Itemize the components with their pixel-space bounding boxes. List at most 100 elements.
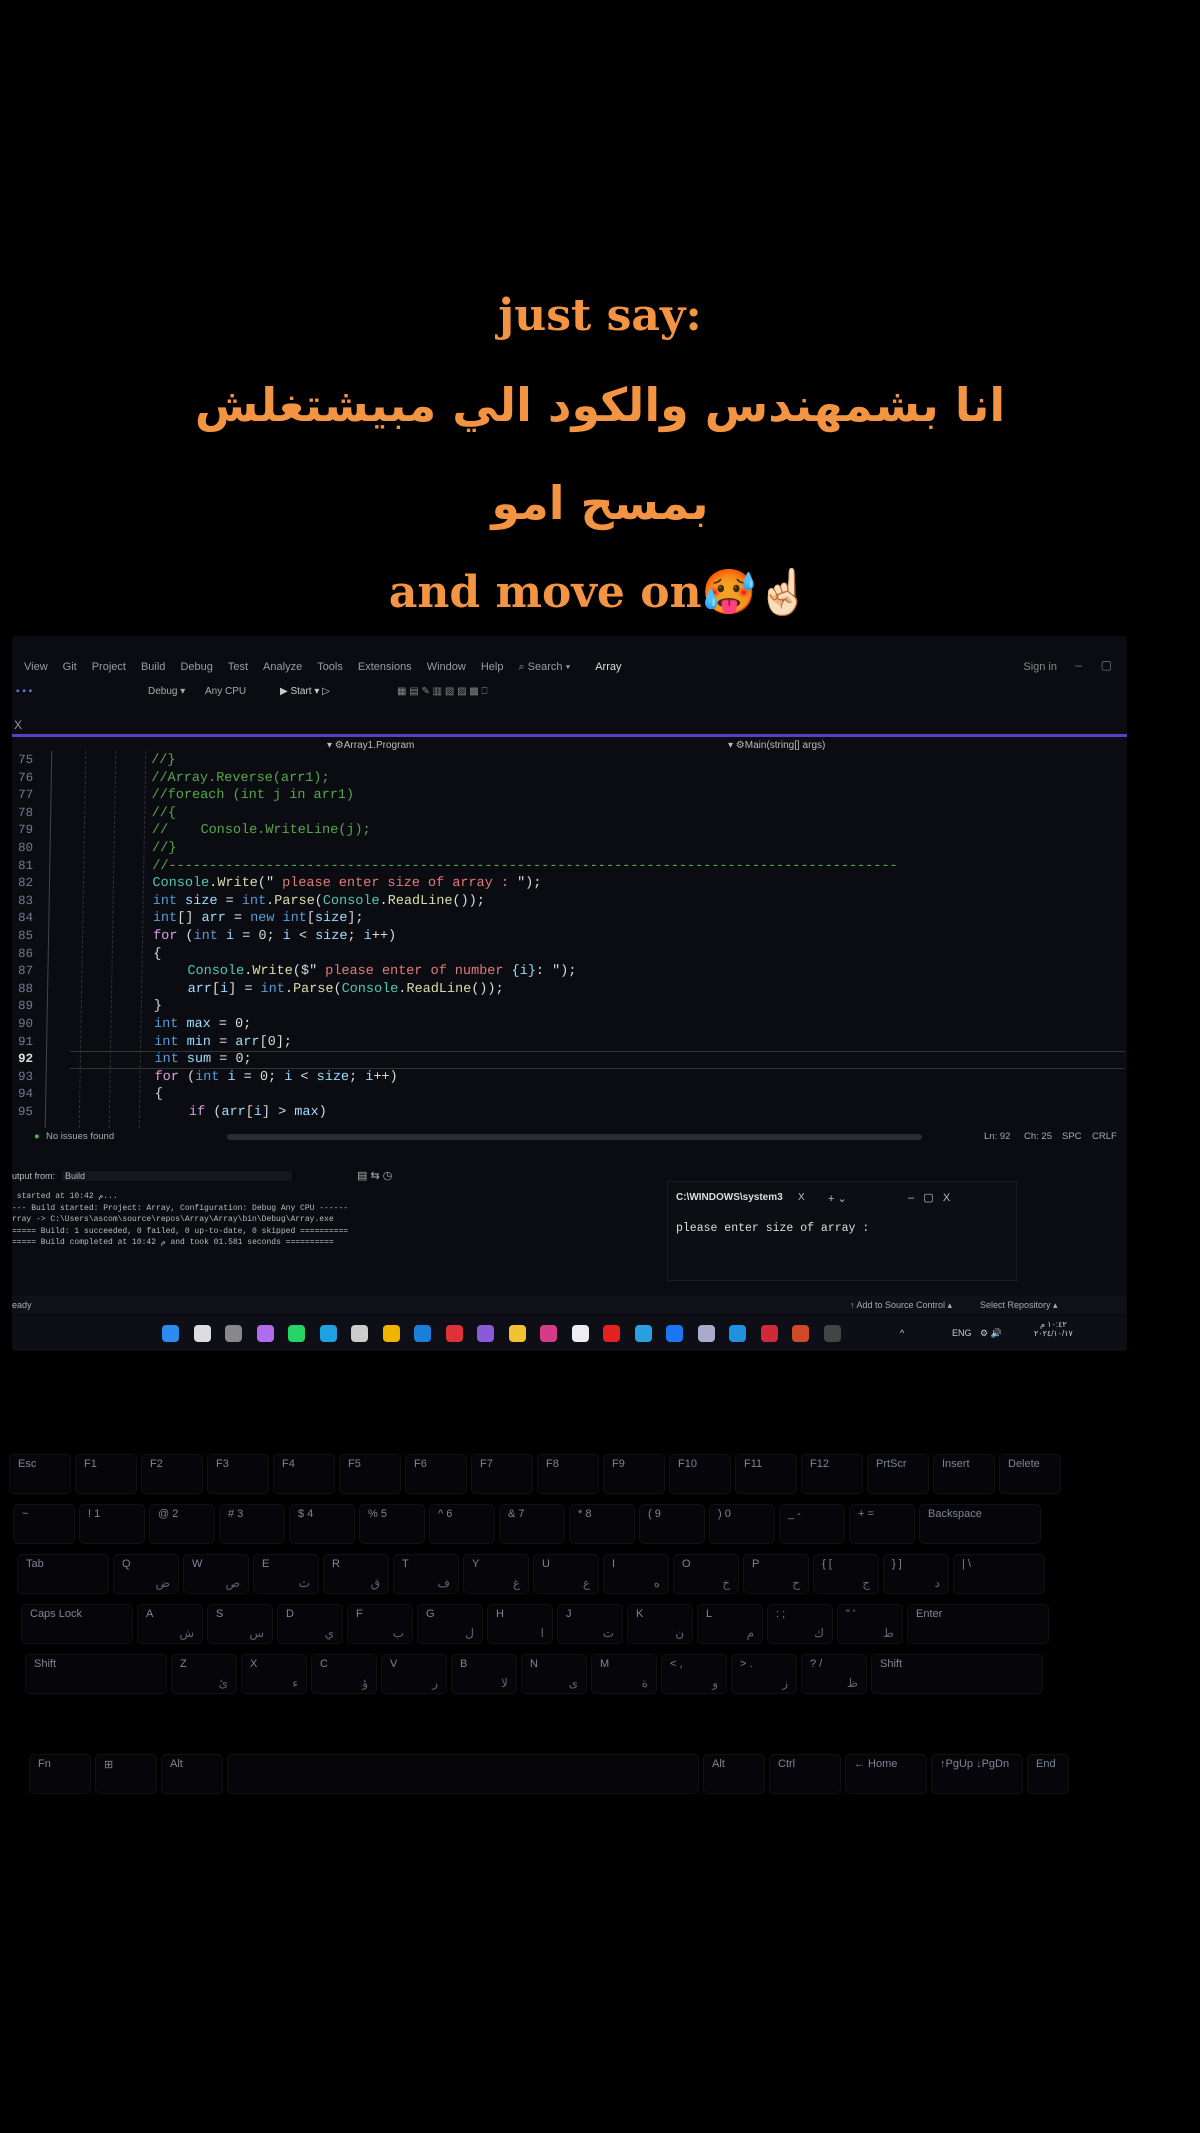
key[interactable]: Xء bbox=[242, 1655, 306, 1693]
key[interactable]: Caps Lock bbox=[22, 1605, 132, 1643]
key[interactable]: F1 bbox=[76, 1455, 136, 1493]
terminal-icon[interactable] bbox=[823, 1325, 841, 1342]
code-line[interactable]: int sum = 0; bbox=[154, 1052, 251, 1067]
key[interactable]: " ' ط bbox=[838, 1605, 902, 1643]
key[interactable]: F7 bbox=[472, 1455, 532, 1493]
youtube-icon[interactable] bbox=[603, 1325, 620, 1342]
configuration-select[interactable]: Debug ▾ bbox=[148, 686, 185, 697]
search-icon[interactable] bbox=[193, 1325, 211, 1342]
code-line[interactable]: Console.Write(" please enter size of arr… bbox=[152, 876, 541, 891]
console-window-controls[interactable]: – ▢ X bbox=[908, 1191, 950, 1204]
key[interactable]: Alt bbox=[704, 1755, 764, 1793]
key[interactable]: { [ج bbox=[814, 1555, 878, 1593]
key[interactable]: Lم bbox=[698, 1605, 762, 1643]
network-volume-icons[interactable]: ⚙ 🔊 bbox=[980, 1328, 1002, 1339]
code-line[interactable]: //Array.Reverse(arr1); bbox=[151, 771, 329, 786]
key[interactable]: F3 bbox=[208, 1455, 268, 1493]
key[interactable]: & 7 bbox=[500, 1505, 564, 1543]
output-source-select[interactable]: Build bbox=[62, 1171, 292, 1181]
key[interactable]: Nى bbox=[522, 1655, 586, 1693]
menu-git[interactable]: Git bbox=[63, 661, 77, 674]
toolbar-icons[interactable]: ▦ ▤ ✎ ▥ ▧ ▨ ▩ ⎕ bbox=[397, 686, 488, 697]
key[interactable]: F8 bbox=[538, 1455, 598, 1493]
key[interactable]: Pح bbox=[744, 1555, 808, 1593]
code-line[interactable]: { bbox=[153, 947, 161, 962]
code-line[interactable]: arr[i] = int.Parse(Console.ReadLine()); bbox=[187, 982, 503, 997]
key[interactable]: ↑PgUp ↓PgDn bbox=[932, 1755, 1022, 1793]
mail-icon[interactable] bbox=[414, 1325, 431, 1342]
key[interactable]: : ; ك bbox=[768, 1605, 832, 1643]
key[interactable]: Yغ bbox=[464, 1555, 528, 1593]
key[interactable]: B لا bbox=[452, 1655, 516, 1693]
key[interactable]: Dي bbox=[278, 1605, 342, 1643]
code-line[interactable]: //foreach (int j in arr1) bbox=[151, 788, 354, 803]
wps-icon[interactable] bbox=[445, 1325, 463, 1342]
language-indicator[interactable]: ENG bbox=[952, 1328, 972, 1338]
key[interactable]: Oخ bbox=[674, 1555, 738, 1593]
new-tab-button[interactable]: + ⌄ bbox=[828, 1192, 847, 1205]
output-toolbar-icons[interactable]: ▤ ⇆ ◷ bbox=[357, 1169, 392, 1182]
clock[interactable]: ١٠:٤٢ م ٢٠٢٤/١٠/١٧ bbox=[1034, 1320, 1073, 1338]
start-icon[interactable] bbox=[162, 1325, 179, 1342]
key[interactable]: + = bbox=[850, 1505, 914, 1543]
key[interactable]: Rق bbox=[324, 1555, 388, 1593]
save-icon[interactable]: ▪ ▪ ▪ bbox=[16, 686, 32, 697]
key[interactable]: Shift bbox=[26, 1655, 166, 1693]
key[interactable]: ^ 6 bbox=[430, 1505, 494, 1543]
key[interactable]: F6 bbox=[406, 1455, 466, 1493]
key[interactable]: _ - bbox=[780, 1505, 844, 1543]
key[interactable]: F12 bbox=[802, 1455, 862, 1493]
wps-pdf-icon[interactable] bbox=[760, 1325, 778, 1342]
key[interactable]: End bbox=[1028, 1755, 1068, 1793]
code-line[interactable]: //--------------------------------------… bbox=[152, 859, 898, 874]
key[interactable]: ~ bbox=[14, 1505, 74, 1543]
whatsapp-icon[interactable] bbox=[288, 1325, 305, 1342]
key[interactable]: Alt bbox=[162, 1755, 222, 1793]
key[interactable]: Insert bbox=[934, 1455, 994, 1493]
select-repository[interactable]: Select Repository ▴ bbox=[980, 1300, 1058, 1311]
key[interactable]: Zئ bbox=[172, 1655, 236, 1693]
code-line[interactable]: for (int i = 0; i < size; i++) bbox=[154, 1070, 397, 1085]
console-tab[interactable]: C:\WINDOWS\system3 bbox=[676, 1192, 783, 1203]
key[interactable]: F10 bbox=[670, 1455, 730, 1493]
line-endings[interactable]: CRLF bbox=[1092, 1131, 1117, 1142]
code-line[interactable]: //} bbox=[151, 753, 176, 768]
code-line[interactable]: int size = int.Parse(Console.ReadLine())… bbox=[153, 894, 485, 909]
key[interactable]: Fn bbox=[30, 1755, 90, 1793]
key[interactable]: ! 1 bbox=[80, 1505, 144, 1543]
key[interactable]: Qض bbox=[114, 1555, 178, 1593]
key[interactable]: } ] د bbox=[884, 1555, 948, 1593]
key[interactable]: Tab bbox=[18, 1555, 108, 1593]
key[interactable]: Mة bbox=[592, 1655, 656, 1693]
app-icon[interactable] bbox=[729, 1325, 746, 1342]
tray-chevron-icon[interactable]: ^ bbox=[900, 1328, 904, 1338]
telegram-icon[interactable] bbox=[634, 1325, 652, 1342]
key[interactable]: Aش bbox=[138, 1605, 202, 1643]
key[interactable]: ) 0 bbox=[710, 1505, 774, 1543]
key[interactable]: Esc bbox=[10, 1455, 70, 1493]
menu-test[interactable]: Test bbox=[228, 661, 248, 674]
menu-debug[interactable]: Debug bbox=[180, 661, 212, 674]
key[interactable]: < , و bbox=[662, 1655, 726, 1693]
code-line[interactable]: if (arr[i] > max) bbox=[189, 1105, 327, 1120]
menu-extensions[interactable]: Extensions bbox=[358, 661, 412, 674]
key[interactable]: Kن bbox=[628, 1605, 692, 1643]
menu-window[interactable]: Window bbox=[427, 661, 466, 674]
copilot-icon[interactable] bbox=[256, 1325, 274, 1342]
code-line[interactable]: int max = 0; bbox=[154, 1017, 251, 1032]
key[interactable]: Cؤ bbox=[312, 1655, 376, 1693]
notepad-icon[interactable] bbox=[697, 1325, 715, 1342]
key[interactable]: Enter bbox=[908, 1605, 1048, 1643]
sign-in-link[interactable]: Sign in bbox=[1023, 661, 1057, 673]
maximize-icon[interactable]: ▢ bbox=[1101, 658, 1112, 672]
code-line[interactable]: { bbox=[155, 1087, 163, 1102]
key[interactable]: F5 bbox=[340, 1455, 400, 1493]
key[interactable]: Sس bbox=[208, 1605, 272, 1643]
start-button[interactable]: ▶ Start ▾ ▷ bbox=[280, 686, 330, 697]
code-editor[interactable]: 75 //} 76 //Array.Reverse(arr1); 77 //foreach… bbox=[12, 751, 1127, 1128]
code-line[interactable]: //} bbox=[152, 841, 177, 856]
search-box[interactable]: ⌕ Search ▾ bbox=[518, 661, 570, 674]
menu-project[interactable]: Project bbox=[92, 661, 126, 674]
tiktok-icon[interactable] bbox=[571, 1325, 589, 1342]
key[interactable]: Fب bbox=[348, 1605, 412, 1643]
